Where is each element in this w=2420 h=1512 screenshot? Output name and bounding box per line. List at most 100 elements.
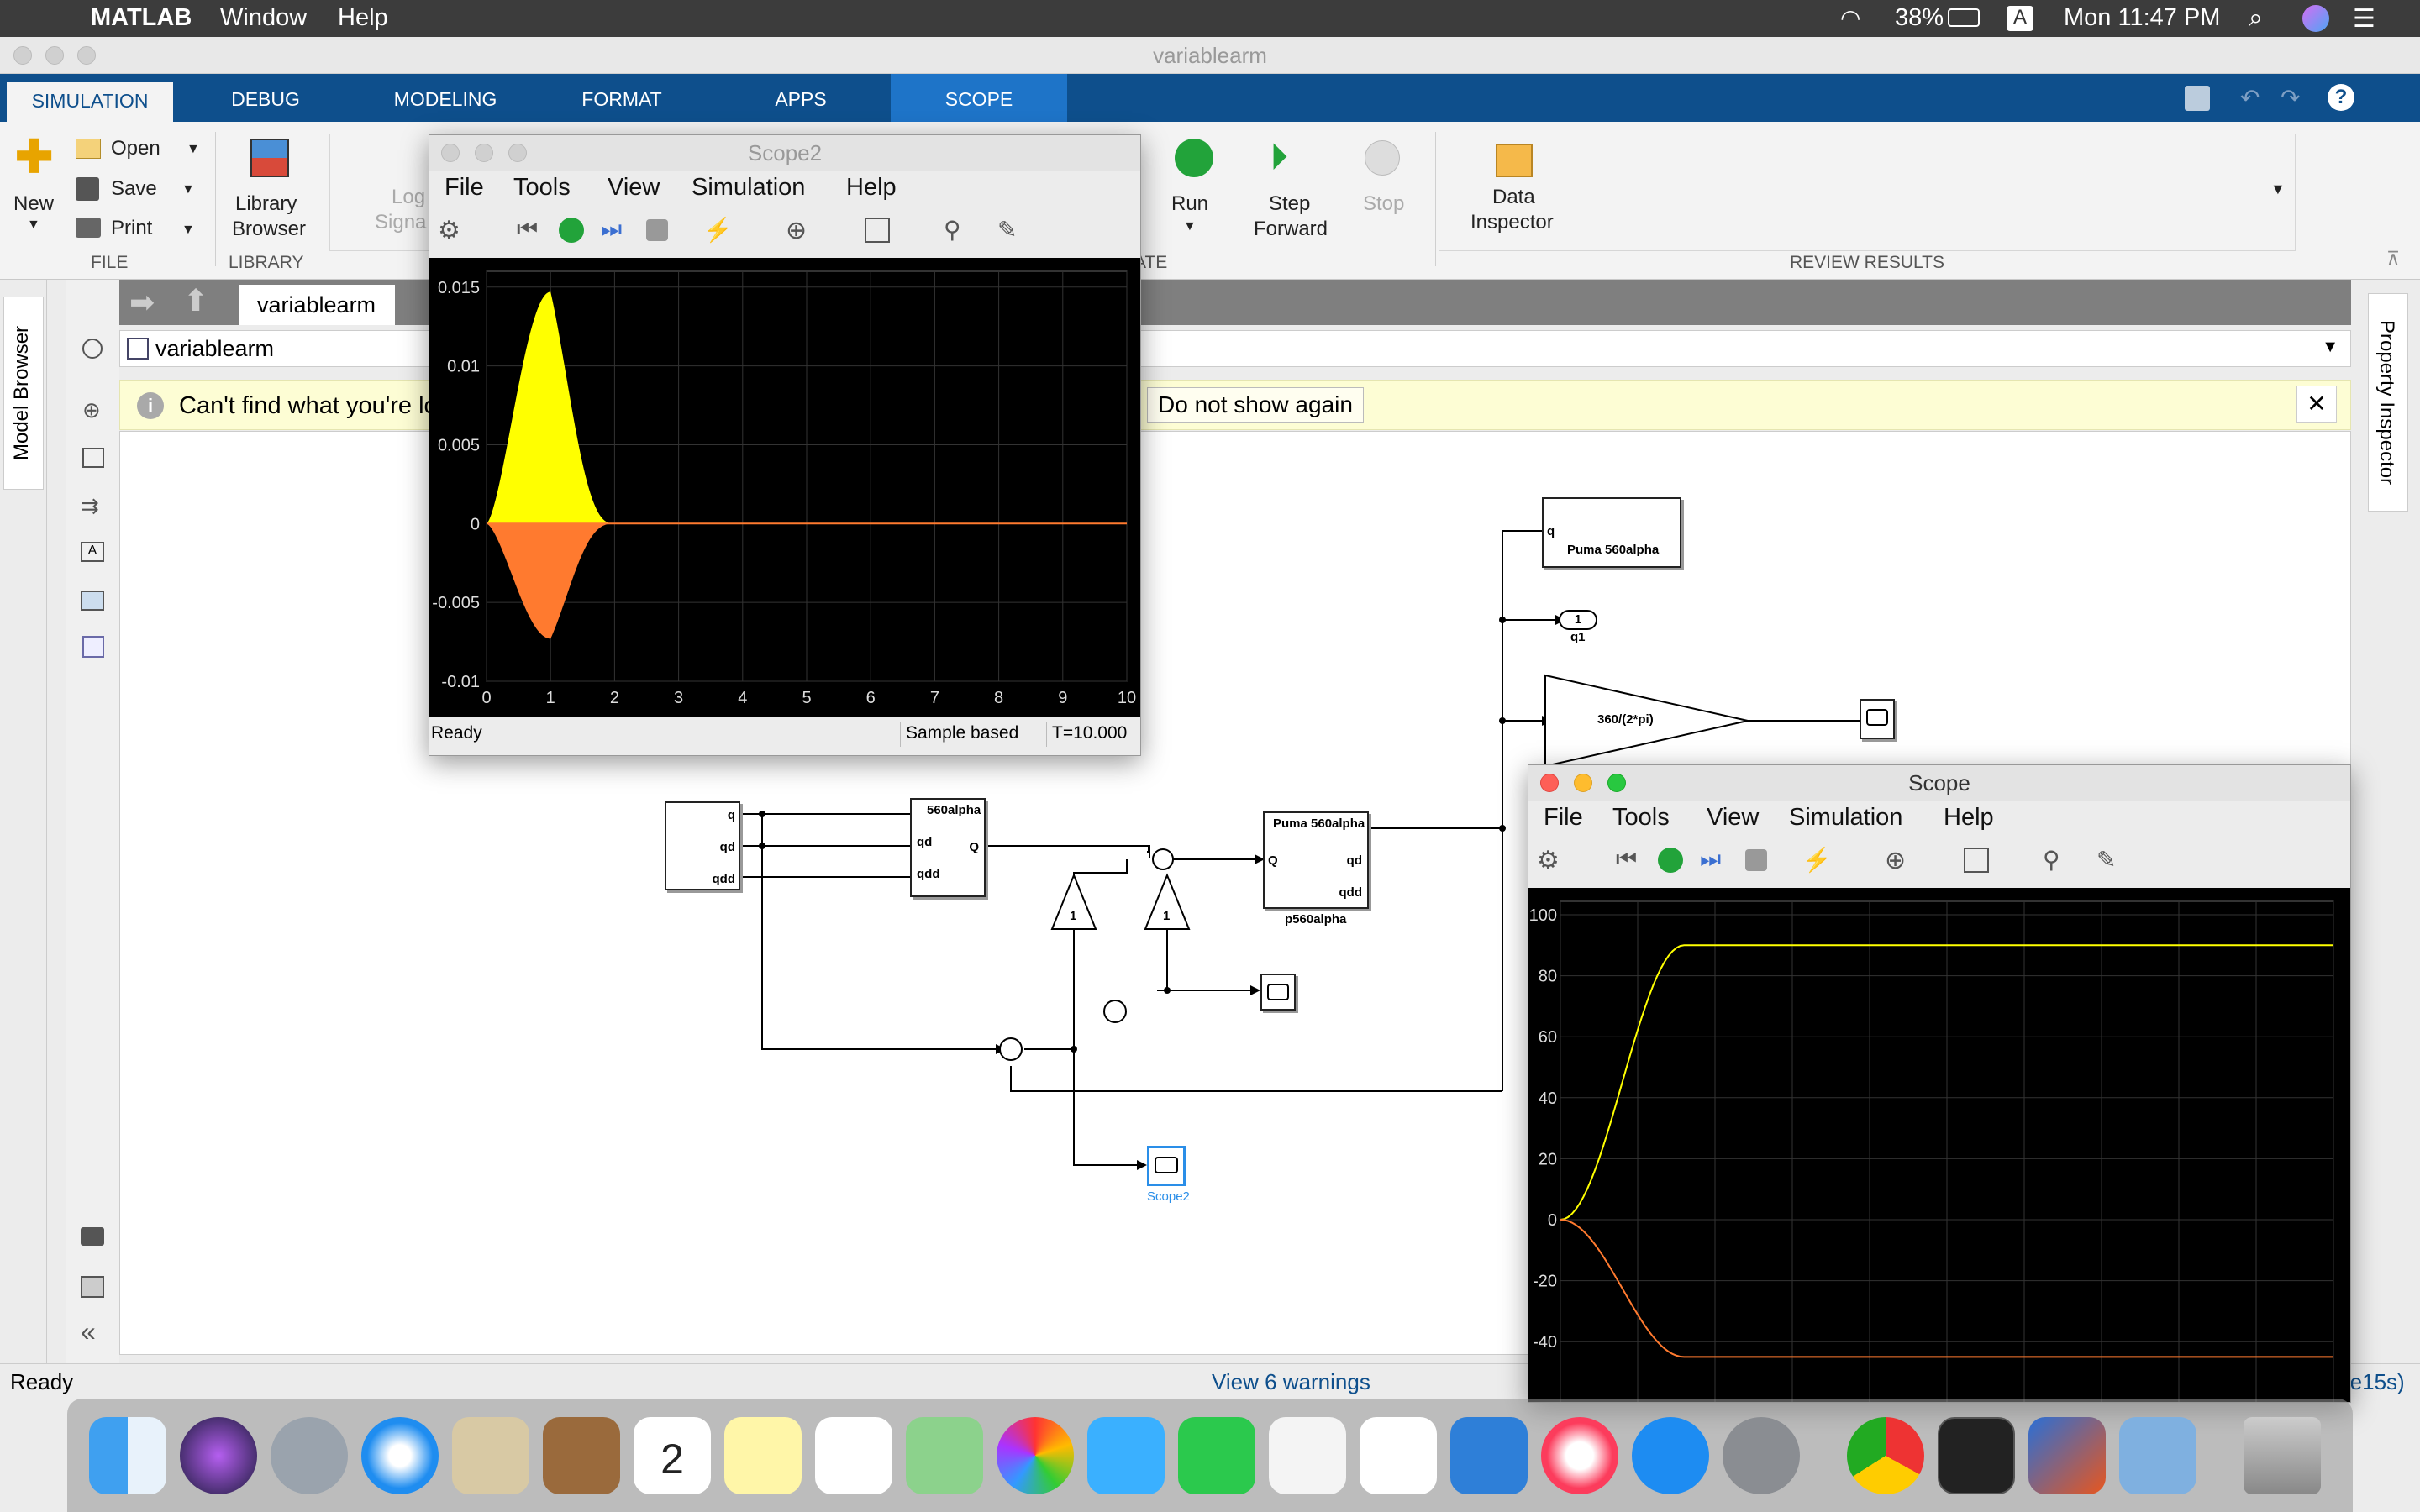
annotation-icon[interactable]: A	[81, 542, 104, 562]
menu-clock[interactable]: Mon 11:47 PM	[2064, 4, 2220, 32]
scope2-style-icon[interactable]: ⚡	[703, 216, 733, 244]
save-dropdown-icon[interactable]: ▼	[182, 182, 195, 197]
messages-icon[interactable]	[1087, 1417, 1165, 1494]
scope2-menu-tools[interactable]: Tools	[513, 174, 571, 202]
trash-icon[interactable]	[2244, 1417, 2321, 1494]
facetime-icon[interactable]	[1178, 1417, 1255, 1494]
step-forward-line2[interactable]: Forward	[1254, 218, 1328, 241]
area-icon[interactable]	[82, 636, 104, 658]
scope2-measure-icon[interactable]: ✎	[997, 216, 1017, 244]
news-icon[interactable]	[1269, 1417, 1346, 1494]
scope2-menu-file[interactable]: File	[445, 174, 484, 202]
stop-button[interactable]: Stop	[1363, 192, 1404, 216]
safari-icon[interactable]	[361, 1417, 439, 1494]
scope2-minimize-button[interactable]	[475, 144, 493, 162]
siri-icon[interactable]	[2302, 5, 2329, 32]
library-browser-line2[interactable]: Browser	[232, 218, 306, 241]
tab-debug[interactable]: DEBUG	[198, 74, 333, 122]
scope-minimize-button[interactable]	[1574, 774, 1592, 792]
finder-icon[interactable]	[89, 1417, 166, 1494]
library-browser-line1[interactable]: Library	[235, 192, 297, 216]
scope2-menu-view[interactable]: View	[608, 174, 660, 202]
preview-icon[interactable]	[2119, 1417, 2196, 1494]
contacts-icon[interactable]	[543, 1417, 620, 1494]
scope-measure-icon[interactable]: ✎	[2096, 846, 2116, 874]
scope2-settings-icon[interactable]: ⚙	[438, 216, 460, 245]
scope2-step-forward-icon[interactable]: ⏭	[601, 216, 622, 244]
calendar-icon[interactable]: 2	[634, 1417, 711, 1494]
model-tab[interactable]: variablearm	[239, 285, 395, 325]
address-dropdown-icon[interactable]: ▼	[2322, 338, 2338, 357]
photos-icon[interactable]	[997, 1417, 1074, 1494]
launchpad-icon[interactable]	[271, 1417, 348, 1494]
data-inspector-line1[interactable]: Data	[1492, 186, 1535, 209]
outport-q1[interactable]: 1	[1559, 610, 1597, 630]
keynote-icon[interactable]	[1450, 1417, 1528, 1494]
scope-menu-file[interactable]: File	[1544, 804, 1583, 832]
minimize-button[interactable]	[45, 46, 64, 65]
scope2-autoscale-icon[interactable]	[865, 218, 890, 243]
close-banner-icon[interactable]: ✕	[2296, 386, 2337, 423]
scope-close-button[interactable]	[1540, 774, 1559, 792]
new-dropdown-icon[interactable]: ▼	[27, 218, 40, 233]
app-store-icon[interactable]	[1632, 1417, 1709, 1494]
model-data-icon[interactable]	[81, 1276, 104, 1298]
scope-menu-simulation[interactable]: Simulation	[1789, 804, 1902, 832]
scope2-stop-icon[interactable]	[646, 219, 668, 241]
scope-step-back-icon[interactable]: ⏮	[1616, 846, 1637, 874]
scope2-zoom-icon[interactable]: ⊕	[786, 216, 807, 245]
scope2-zoom-button[interactable]	[508, 144, 527, 162]
matlab-dock-icon[interactable]	[2028, 1417, 2106, 1494]
battery-icon[interactable]	[1948, 8, 1980, 27]
music-icon[interactable]	[1541, 1417, 1618, 1494]
arrow-tool-icon[interactable]: ⇉	[81, 493, 99, 519]
scope-settings-icon[interactable]: ⚙	[1537, 846, 1560, 875]
property-inspector-tab[interactable]: Property Inspector	[2375, 300, 2398, 505]
trajectory-source-block[interactable]: q qd qdd	[665, 801, 740, 890]
do-not-show-again-button[interactable]: Do not show again	[1147, 387, 1364, 423]
run-dropdown-icon[interactable]: ▼	[1183, 219, 1197, 234]
scope2-step-back-icon[interactable]: ⏮	[517, 216, 538, 244]
system-preferences-icon[interactable]	[1723, 1417, 1800, 1494]
tab-apps[interactable]: APPS	[731, 74, 871, 122]
scope-trigger-icon[interactable]: ⚲	[2043, 846, 2060, 874]
scope2-run-icon[interactable]	[559, 218, 584, 243]
numbers-icon[interactable]	[1360, 1417, 1437, 1494]
forward-icon[interactable]: ➡	[129, 285, 155, 320]
scope-block-right[interactable]	[1860, 699, 1895, 739]
log-signals-line1[interactable]: Log	[392, 186, 425, 209]
undo-icon[interactable]: ↶	[2240, 84, 2260, 112]
puma-block-mid[interactable]: Puma 560alpha Q qd qdd	[1263, 811, 1369, 909]
scope2-plot[interactable]: 0 1 2 3 4 5 6 7 8 9 10 0.015 0.01 0.005 0 -0.005 -0.01	[429, 258, 1140, 717]
close-button[interactable]	[13, 46, 32, 65]
zoom-in-icon[interactable]: ⊕	[82, 397, 101, 423]
menu-window[interactable]: Window	[220, 4, 307, 32]
redo-icon[interactable]: ↷	[2281, 84, 2300, 112]
scope-step-forward-icon[interactable]: ⏭	[1700, 846, 1721, 874]
scope-menu-view[interactable]: View	[1707, 804, 1759, 832]
print-dropdown-icon[interactable]: ▼	[182, 223, 195, 238]
maps-icon[interactable]	[906, 1417, 983, 1494]
reminders-icon[interactable]	[815, 1417, 892, 1494]
address-path[interactable]: variablearm	[155, 336, 274, 362]
hide-show-icon[interactable]	[82, 339, 103, 359]
notes-icon[interactable]	[724, 1417, 802, 1494]
tab-scope[interactable]: SCOPE	[891, 74, 1067, 122]
puma-block-top[interactable]: q Puma 560alpha	[1542, 497, 1681, 568]
menu-app[interactable]: MATLAB	[91, 4, 192, 32]
collapse-icon[interactable]: «	[81, 1316, 96, 1347]
scope-zoom-button[interactable]	[1607, 774, 1626, 792]
inverse-dynamics-block[interactable]: 560alpha qd qdd Q	[910, 798, 986, 897]
save-button[interactable]: Save	[111, 177, 157, 201]
new-label[interactable]: New	[13, 192, 54, 216]
scope2-menu-simulation[interactable]: Simulation	[692, 174, 805, 202]
camera-icon[interactable]	[81, 1227, 104, 1246]
step-forward-line1[interactable]: Step	[1269, 192, 1310, 216]
save-quick-icon[interactable]	[2185, 86, 2210, 111]
scope-style-icon[interactable]: ⚡	[1802, 846, 1832, 874]
view-warnings-link[interactable]: View 6 warnings	[1212, 1369, 1370, 1395]
model-browser-tab[interactable]: Model Browser	[10, 305, 34, 481]
new-icon[interactable]: ✚	[15, 134, 54, 180]
gain-block-label[interactable]: 360/(2*pi)	[1597, 712, 1654, 727]
help-icon[interactable]: ?	[2328, 84, 2354, 111]
